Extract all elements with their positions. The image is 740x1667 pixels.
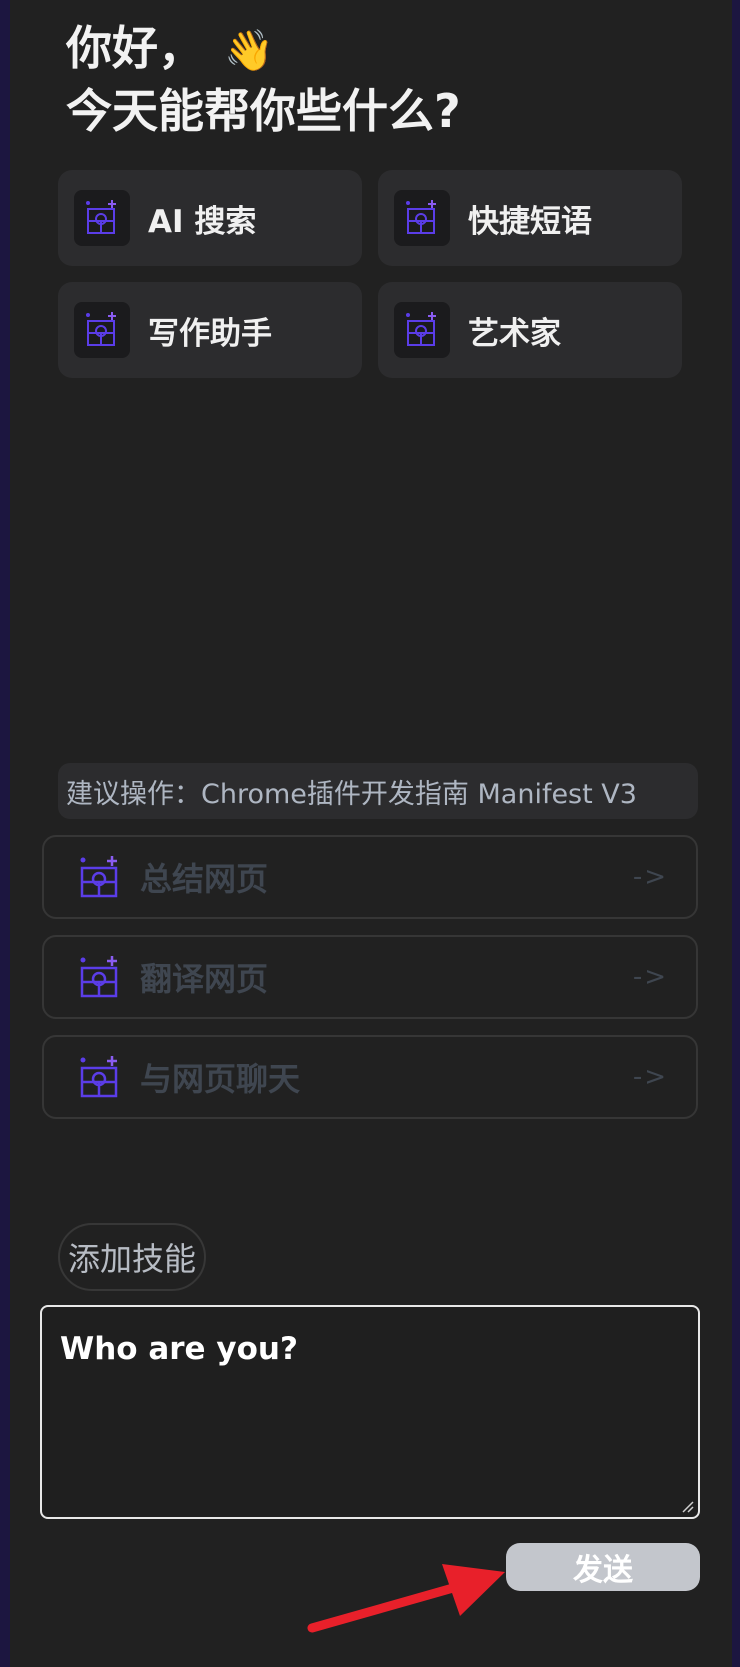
translate-page-button[interactable]: 翻译网页 ->: [42, 935, 698, 1019]
action-label: 翻译网页: [140, 960, 269, 998]
quick-action-artist[interactable]: 艺术家: [378, 282, 682, 378]
summarize-page-button[interactable]: 总结网页 ->: [42, 835, 698, 919]
arrow-right-icon: ->: [632, 962, 668, 992]
greeting-heading: 你好， 👋 今天能帮你些什么?: [66, 18, 461, 141]
chat-input[interactable]: Who are you?: [40, 1305, 700, 1519]
app-logo-icon: [80, 956, 118, 998]
quick-action-label: 艺术家: [468, 315, 561, 352]
quick-action-writing-assistant[interactable]: 写作助手: [58, 282, 362, 378]
greeting-line2: 今天能帮你些什么?: [66, 84, 461, 138]
quick-action-label: AI 搜索: [148, 203, 257, 240]
sidebar-panel: 你好， 👋 今天能帮你些什么? AI 搜索 快捷短语 写作助手 艺术家 建议操作：…: [10, 0, 732, 1667]
quick-action-label: 写作助手: [148, 315, 272, 352]
right-edge: [732, 0, 740, 1667]
arrow-right-icon: ->: [632, 1062, 668, 1092]
wave-emoji-icon: 👋: [224, 28, 274, 74]
action-label: 总结网页: [140, 860, 269, 898]
app-logo-icon: [80, 1056, 118, 1098]
suggested-action-banner[interactable]: 建议操作：Chrome插件开发指南 Manifest V3: [58, 763, 698, 819]
annotation-arrow-icon: [307, 1564, 505, 1633]
quick-action-label: 快捷短语: [468, 203, 592, 240]
chat-with-page-button[interactable]: 与网页聊天 ->: [42, 1035, 698, 1119]
add-skill-button[interactable]: 添加技能: [58, 1223, 206, 1291]
send-button[interactable]: 发送: [506, 1543, 700, 1591]
left-edge: [0, 0, 10, 1667]
app-logo-icon: [394, 302, 450, 358]
arrow-right-icon: ->: [632, 862, 668, 892]
app-logo-icon: [74, 190, 130, 246]
resize-grip-icon[interactable]: [680, 1499, 694, 1513]
action-label: 与网页聊天: [140, 1060, 301, 1098]
chat-input-value: Who are you?: [60, 1331, 298, 1367]
greeting-line1: 你好，: [66, 21, 204, 75]
app-logo-icon: [74, 302, 130, 358]
app-logo-icon: [394, 190, 450, 246]
app-logo-icon: [80, 856, 118, 898]
quick-action-ai-search[interactable]: AI 搜索: [58, 170, 362, 266]
quick-action-shortcuts[interactable]: 快捷短语: [378, 170, 682, 266]
